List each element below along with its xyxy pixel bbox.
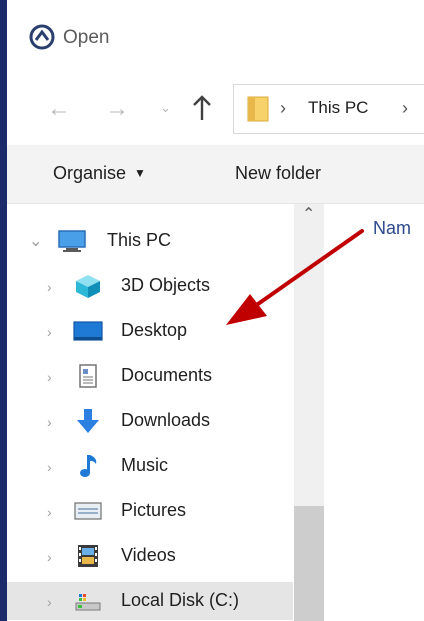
file-list-pane: Nam [325, 204, 424, 621]
chevron-right-icon[interactable]: › [47, 369, 52, 385]
scroll-up-icon[interactable]: ⌃ [302, 204, 315, 224]
organise-label: Organise [53, 163, 127, 183]
chevron-right-icon[interactable]: › [47, 504, 52, 520]
documents-icon [79, 364, 97, 388]
computer-icon [58, 230, 86, 252]
breadcrumb-separator[interactable]: › [402, 98, 408, 119]
command-bar: Organise ▼ New folder [7, 145, 424, 204]
navigation-pane-scrollbar[interactable]: ⌃ [294, 204, 324, 621]
chevron-right-icon[interactable]: › [47, 324, 52, 340]
desktop-icon [73, 321, 103, 341]
open-dialog: Open ← → ⌄ › This PC › Organise ▼ New fol… [7, 0, 424, 621]
pictures-icon [74, 502, 102, 520]
chevron-down-icon[interactable]: ⌄ [29, 231, 42, 251]
address-bar[interactable]: › This PC › [233, 84, 424, 134]
chevron-right-icon[interactable]: › [47, 414, 52, 430]
tree-item-music[interactable]: › Music [7, 447, 293, 485]
chevron-right-icon[interactable]: › [47, 549, 52, 565]
new-folder-button[interactable]: New folder [235, 163, 321, 184]
breadcrumb-this-pc[interactable]: This PC [308, 98, 368, 118]
chevron-right-icon[interactable]: › [47, 459, 52, 475]
scrollbar-thumb[interactable] [294, 506, 324, 621]
tree-item-local-disk[interactable]: › Local Disk (C:) [7, 582, 293, 620]
forward-button[interactable]: → [105, 95, 129, 123]
recent-locations-button[interactable]: ⌄ [160, 100, 171, 116]
organise-button[interactable]: Organise ▼ [53, 163, 146, 184]
tree-item-label: Pictures [121, 500, 187, 520]
3d-objects-icon [76, 275, 100, 298]
tree-item-3d-objects[interactable]: › 3D Objects [7, 267, 293, 305]
music-icon [80, 455, 97, 477]
videos-icon [78, 545, 98, 567]
downloads-icon [77, 409, 99, 433]
name-column-header[interactable]: Nam [373, 218, 411, 239]
tree-item-label: Videos [121, 545, 176, 565]
window-title: Open [63, 27, 110, 48]
title-bar: Open [7, 0, 424, 80]
tree-item-documents[interactable]: › Documents [7, 357, 293, 395]
tree-item-desktop[interactable]: › Desktop [7, 312, 293, 350]
tree-item-label: Local Disk (C:) [121, 590, 240, 610]
tree-item-label: This PC [107, 230, 172, 250]
app-icon [29, 24, 55, 50]
folder-icon [247, 96, 269, 122]
tree-item-label: Documents [121, 365, 213, 385]
tree-item-downloads[interactable]: › Downloads [7, 402, 293, 440]
up-arrow-icon[interactable] [191, 94, 213, 122]
tree-item-this-pc[interactable]: ⌄ This PC [7, 222, 293, 260]
tree-item-label: Music [121, 455, 169, 475]
breadcrumb-separator[interactable]: › [280, 98, 286, 119]
tree-item-label: Downloads [121, 410, 211, 430]
back-button[interactable]: ← [47, 95, 71, 123]
tree-item-label: Desktop [121, 320, 188, 340]
chevron-right-icon[interactable]: › [47, 594, 52, 610]
chevron-right-icon[interactable]: › [47, 279, 52, 295]
local-disk-icon [75, 594, 101, 611]
tree-item-label: 3D Objects [121, 275, 211, 295]
navigation-pane: ⌄ This PC › 3D Objects › Desktop › Docum… [7, 204, 303, 621]
tree-item-pictures[interactable]: › Pictures [7, 492, 293, 530]
tree-item-videos[interactable]: › Videos [7, 537, 293, 575]
dropdown-caret-icon: ▼ [134, 166, 146, 180]
